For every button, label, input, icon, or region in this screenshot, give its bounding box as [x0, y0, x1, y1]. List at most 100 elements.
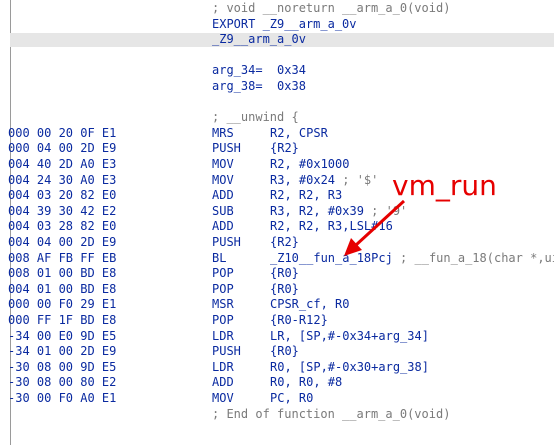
- operands: R0, [SP,#-0x30+arg_38]: [270, 360, 429, 376]
- listing-line[interactable]: EXPORT _Z9__arm_a_0v: [0, 17, 554, 33]
- operands-text: R3, #0x24: [270, 172, 336, 187]
- footer-comment: ; End of function __arm_a_0(void): [212, 406, 451, 421]
- opcode-bytes: -30 08 00 80 E2: [8, 375, 117, 390]
- instruction-row[interactable]: -30 00 F0 A0 E1 MOV PC, R0: [0, 391, 554, 407]
- operands: R2, #0x1000: [270, 157, 349, 173]
- opcode-bytes: 000 FF 1F BD E8: [8, 313, 117, 327]
- operands-text: {R0}: [270, 344, 299, 359]
- opcode-bytes: -34 00 E0 9D E5: [8, 328, 117, 343]
- instruction-row[interactable]: 000 FF 1F BD E8 POP {R0-R12}: [0, 313, 554, 329]
- mnemonic: PUSH: [212, 141, 241, 156]
- mnemonic: SUB: [212, 203, 234, 218]
- listing-line[interactable]: ; End of function __arm_a_0(void): [0, 407, 554, 423]
- opcode-bytes: -30 08 00 9D E5: [8, 359, 117, 374]
- mnemonic: PUSH: [212, 344, 241, 359]
- operands-text: CPSR_cf, R0: [270, 297, 350, 312]
- operands: R0, R0, #8: [270, 375, 342, 391]
- inline-comment: ; __fun_a_18(char *,ui: [392, 250, 554, 265]
- operands-text: R2, #0x1000: [270, 157, 350, 171]
- listing-line[interactable]: arg_34= 0x34: [0, 63, 554, 79]
- instruction-row[interactable]: 000 00 F0 29 E1 MSR CPSR_cf, R0: [0, 297, 554, 313]
- operands: R2, R2, R3,LSL#16: [270, 219, 393, 235]
- instruction-row[interactable]: 004 03 28 82 E0 ADD R2, R2, R3,LSL#16: [0, 219, 554, 235]
- operands: R3, #0x24 ; '$': [270, 173, 378, 189]
- header-text: ; __unwind {: [212, 110, 299, 125]
- operands: R3, R2, #0x39 ; '9': [270, 204, 407, 220]
- opcode-bytes: 004 39 30 42 E2: [8, 203, 117, 218]
- operands-text: _Z10__fun_a_18Pcj: [270, 250, 393, 265]
- opcode-bytes: 008 AF FB FF EB: [8, 250, 117, 265]
- mnemonic: BL: [212, 250, 227, 265]
- opcode-bytes: 004 24 30 A0 E3: [8, 172, 117, 187]
- header-text: _Z9__arm_a_0v: [212, 32, 306, 47]
- opcode-bytes: 004 40 2D A0 E3: [8, 157, 117, 171]
- listing-line[interactable]: [0, 48, 554, 64]
- instruction-row[interactable]: -34 01 00 2D E9 PUSH {R0}: [0, 344, 554, 360]
- operands-text: {R0}: [270, 281, 299, 296]
- mnemonic: POP: [212, 266, 234, 281]
- operands: _Z10__fun_a_18Pcj ; __fun_a_18(char *,ui: [270, 251, 554, 267]
- operands: {R0-R12}: [270, 313, 328, 329]
- mnemonic: POP: [212, 281, 234, 296]
- operands-text: R2, CPSR: [270, 125, 328, 140]
- opcode-bytes: 008 01 00 BD E8: [8, 266, 117, 281]
- operands-text: {R2}: [270, 235, 299, 249]
- header-text: ; void __noreturn __arm_a_0(void): [212, 1, 451, 15]
- instruction-row[interactable]: 008 01 00 BD E8 POP {R0}: [0, 266, 554, 282]
- mnemonic: ADD: [212, 188, 234, 203]
- mnemonic: PUSH: [212, 235, 241, 249]
- operands: {R0}: [270, 344, 299, 360]
- opcode-bytes: -34 01 00 2D E9: [8, 344, 117, 359]
- operands-text: R2, R2, R3,LSL#16: [270, 219, 393, 234]
- mnemonic: LDR: [212, 359, 234, 374]
- opcode-bytes: 004 04 00 2D E9: [8, 235, 117, 249]
- instruction-row[interactable]: 004 39 30 42 E2 SUB R3, R2, #0x39 ; '9': [0, 204, 554, 220]
- operands: {R2}: [270, 235, 299, 251]
- inline-comment: ; '$': [335, 172, 379, 187]
- mnemonic: POP: [212, 313, 234, 327]
- instruction-row[interactable]: 000 00 20 0F E1 MRS R2, CPSR: [0, 126, 554, 142]
- listing-line[interactable]: _Z9__arm_a_0v: [0, 32, 554, 48]
- instruction-row[interactable]: 004 04 00 2D E9 PUSH {R2}: [0, 235, 554, 251]
- mnemonic: ADD: [212, 219, 234, 234]
- listing-line[interactable]: [0, 95, 554, 111]
- mnemonic: MSR: [212, 297, 234, 312]
- header-text: EXPORT _Z9__arm_a_0v: [212, 16, 357, 31]
- opcode-bytes: 000 04 00 2D E9: [8, 141, 117, 156]
- mnemonic: MOV: [212, 157, 234, 171]
- listing-line[interactable]: ; void __noreturn __arm_a_0(void): [0, 1, 554, 17]
- instruction-row[interactable]: -34 00 E0 9D E5 LDR LR, [SP,#-0x34+arg_34]: [0, 329, 554, 345]
- mnemonic: MOV: [212, 172, 234, 187]
- operands: R2, R2, R3: [270, 188, 342, 204]
- operands: {R0}: [270, 282, 299, 298]
- operands: {R2}: [270, 141, 299, 157]
- operands-text: {R0}: [270, 266, 299, 281]
- listing-line[interactable]: ; __unwind {: [0, 110, 554, 126]
- operands: {R0}: [270, 266, 299, 282]
- operands-text: LR, [SP,#-0x34+arg_34]: [270, 328, 429, 343]
- operands-text: R3, R2, #0x39: [270, 203, 364, 218]
- annotation-label: vm_run: [392, 169, 497, 202]
- operands: PC, R0: [270, 391, 313, 407]
- mnemonic: MRS: [212, 125, 234, 140]
- inline-comment: ; '9': [363, 203, 408, 218]
- instruction-row[interactable]: 008 AF FB FF EB BL _Z10__fun_a_18Pcj ; __f…: [0, 251, 554, 267]
- header-text: arg_34= 0x34: [212, 63, 306, 78]
- operands-text: PC, R0: [270, 391, 314, 405]
- listing-line[interactable]: arg_38= 0x38: [0, 79, 554, 95]
- header-text: arg_38= 0x38: [212, 79, 306, 93]
- operands: LR, [SP,#-0x34+arg_34]: [270, 329, 429, 345]
- instruction-row[interactable]: -30 08 00 80 E2 ADD R0, R0, #8: [0, 375, 554, 391]
- opcode-bytes: 004 03 28 82 E0: [8, 219, 117, 234]
- opcode-bytes: 004 01 00 BD E8: [8, 281, 117, 296]
- instruction-row[interactable]: -30 08 00 9D E5 LDR R0, [SP,#-0x30+arg_38]: [0, 360, 554, 376]
- mnemonic: MOV: [212, 391, 234, 405]
- instruction-row[interactable]: 004 01 00 BD E8 POP {R0}: [0, 282, 554, 298]
- instruction-row[interactable]: 000 04 00 2D E9 PUSH {R2}: [0, 141, 554, 157]
- operands-text: {R0-R12}: [270, 313, 328, 327]
- operands: CPSR_cf, R0: [270, 297, 349, 313]
- operands-text: R2, R2, R3: [270, 188, 343, 203]
- operands-text: R0, R0, #8: [270, 375, 343, 390]
- operands: R2, CPSR: [270, 126, 328, 142]
- mnemonic: LDR: [212, 328, 234, 343]
